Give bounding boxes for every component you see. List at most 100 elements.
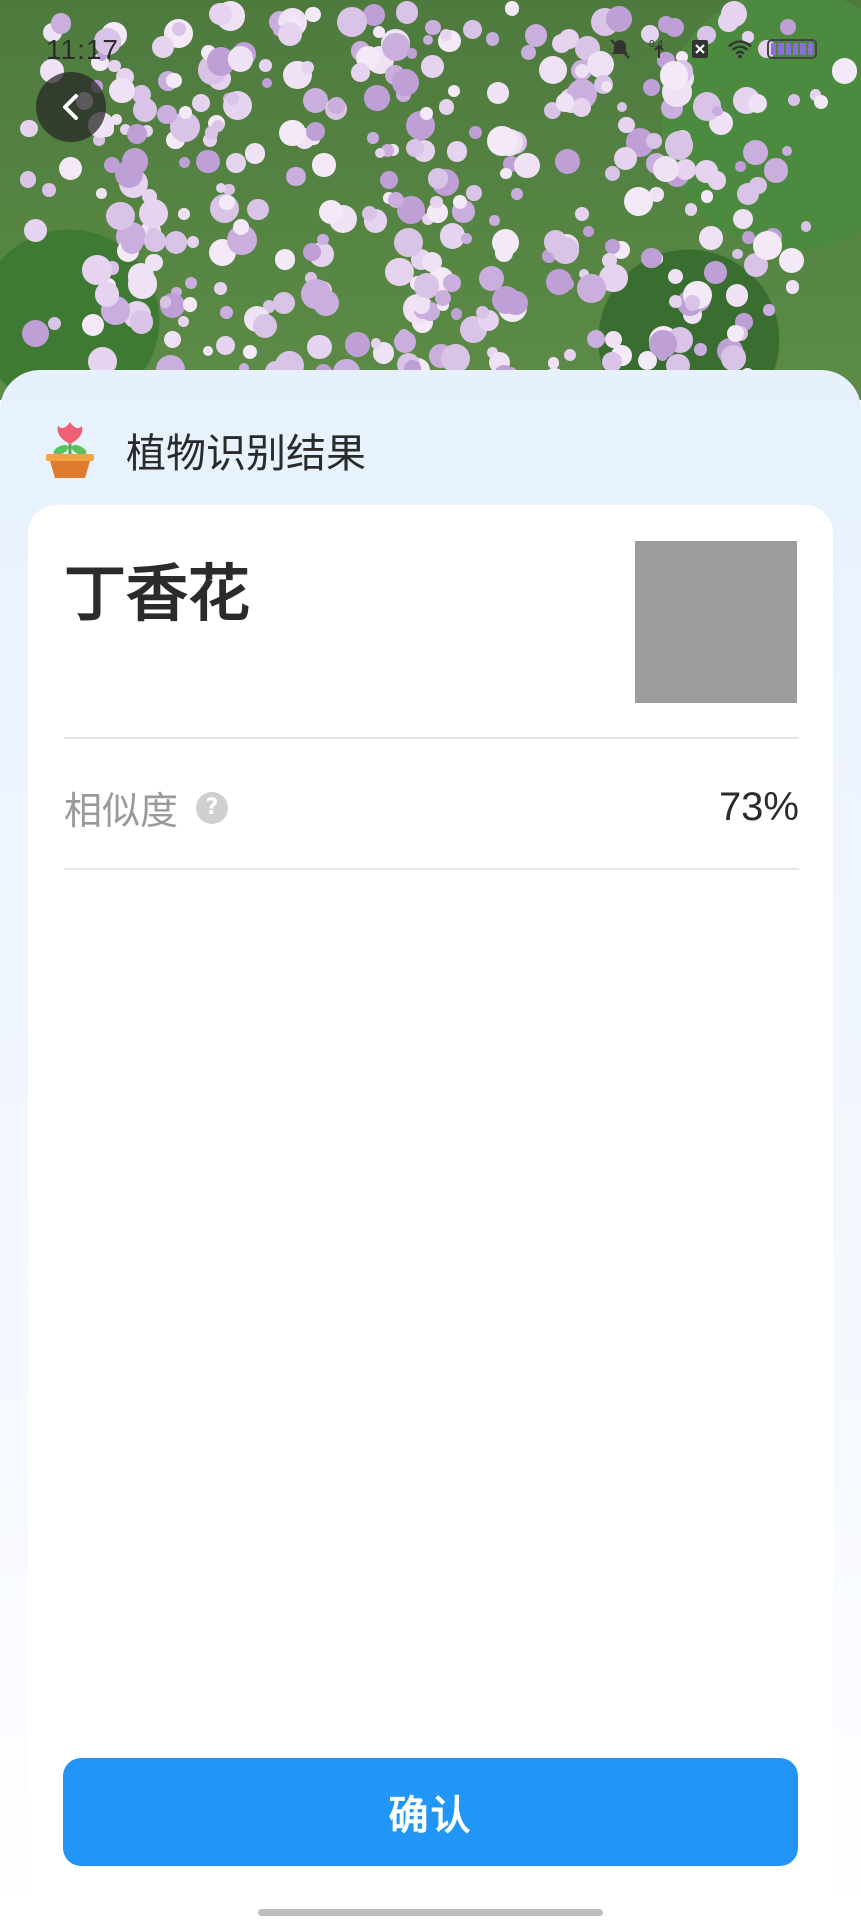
- blossom: [604, 165, 620, 182]
- blossom: [704, 261, 727, 284]
- blossom: [243, 344, 258, 359]
- blossom: [20, 171, 37, 188]
- blossom: [466, 185, 483, 201]
- blossom: [182, 297, 198, 312]
- blossom: [412, 296, 430, 314]
- blossom: [735, 161, 746, 172]
- blossom: [491, 228, 519, 257]
- blossom: [215, 335, 236, 356]
- blossom: [361, 205, 377, 221]
- blossom: [551, 237, 579, 264]
- blossom: [564, 349, 577, 362]
- blossom: [20, 119, 38, 138]
- blossom: [667, 268, 684, 285]
- blossom: [763, 158, 789, 183]
- status-time: 11:17: [46, 34, 119, 65]
- blossom: [616, 102, 627, 113]
- blossom: [178, 315, 189, 327]
- blossom: [244, 143, 266, 165]
- blossom: [59, 156, 82, 180]
- blossom: [500, 167, 513, 180]
- potted-flower-icon: [40, 414, 100, 486]
- divider: [64, 737, 799, 739]
- blossom: [202, 346, 213, 357]
- blossom: [185, 276, 198, 289]
- blossom: [664, 131, 694, 160]
- blossom: [613, 146, 638, 171]
- blossom: [438, 99, 455, 115]
- blossom: [286, 166, 307, 187]
- blossom: [178, 208, 190, 221]
- blossom: [214, 282, 227, 295]
- blossom: [211, 119, 225, 133]
- blossom: [468, 125, 482, 139]
- blossom: [196, 149, 221, 174]
- blossom: [451, 308, 463, 320]
- blossom: [275, 249, 296, 270]
- blossom: [164, 231, 188, 254]
- blossom: [302, 243, 321, 262]
- result-sheet: 植物识别结果 丁香花 相似度 ? 73%: [0, 370, 861, 1920]
- blossom: [24, 219, 47, 243]
- blossom: [41, 183, 56, 197]
- blossom: [489, 215, 500, 226]
- blossom: [646, 133, 662, 150]
- blossom: [219, 194, 235, 210]
- blossom: [22, 319, 50, 347]
- blossom: [574, 206, 590, 222]
- chevron-left-icon: [63, 94, 78, 120]
- blossom: [571, 98, 591, 118]
- blossom: [143, 229, 166, 252]
- mute-icon: [607, 36, 633, 62]
- blossom: [641, 247, 662, 269]
- data-speed-icon: 0.4: [647, 36, 673, 62]
- blossom: [700, 190, 714, 203]
- blossom: [429, 195, 443, 209]
- sim-icon: [687, 36, 713, 62]
- blossom: [694, 343, 708, 356]
- wifi-icon: [727, 36, 753, 62]
- blossom: [220, 306, 233, 319]
- blossom: [649, 330, 678, 358]
- blossom: [441, 343, 471, 374]
- status-icons: 0.4: [607, 36, 817, 62]
- blossom: [785, 279, 800, 294]
- blossom: [442, 273, 462, 293]
- blossom: [721, 345, 747, 371]
- home-indicator[interactable]: [258, 1909, 603, 1916]
- confirm-button[interactable]: 确认: [63, 1758, 798, 1866]
- blossom: [732, 248, 743, 259]
- blossom: [121, 231, 144, 254]
- blossom: [81, 313, 104, 337]
- blossom: [405, 138, 425, 158]
- blossom: [278, 119, 306, 147]
- blossom: [312, 153, 336, 177]
- blossom: [800, 220, 812, 232]
- help-icon[interactable]: ?: [196, 791, 229, 824]
- back-button[interactable]: [36, 72, 106, 142]
- blossom: [725, 284, 749, 307]
- blossom: [273, 291, 296, 314]
- blossom: [178, 156, 190, 169]
- sheet-title: 植物识别结果: [126, 431, 366, 477]
- blossom: [554, 148, 580, 174]
- similarity-value: 73%: [718, 785, 799, 829]
- blossom: [367, 132, 380, 145]
- blossom: [487, 126, 517, 156]
- blossom: [684, 295, 700, 311]
- blossom: [370, 337, 382, 349]
- blossom: [127, 262, 155, 290]
- blossom: [547, 356, 560, 369]
- blossom: [138, 198, 169, 229]
- blossom: [561, 277, 575, 290]
- blossom: [305, 122, 325, 141]
- blossom: [435, 289, 451, 306]
- blossom: [141, 188, 157, 204]
- blossom: [583, 226, 594, 237]
- blossom: [753, 231, 782, 260]
- blossom: [623, 186, 653, 217]
- similarity-row: 相似度 ? 73%: [64, 745, 799, 870]
- blossom: [82, 254, 113, 285]
- blossom: [669, 294, 683, 308]
- blossom: [105, 201, 135, 231]
